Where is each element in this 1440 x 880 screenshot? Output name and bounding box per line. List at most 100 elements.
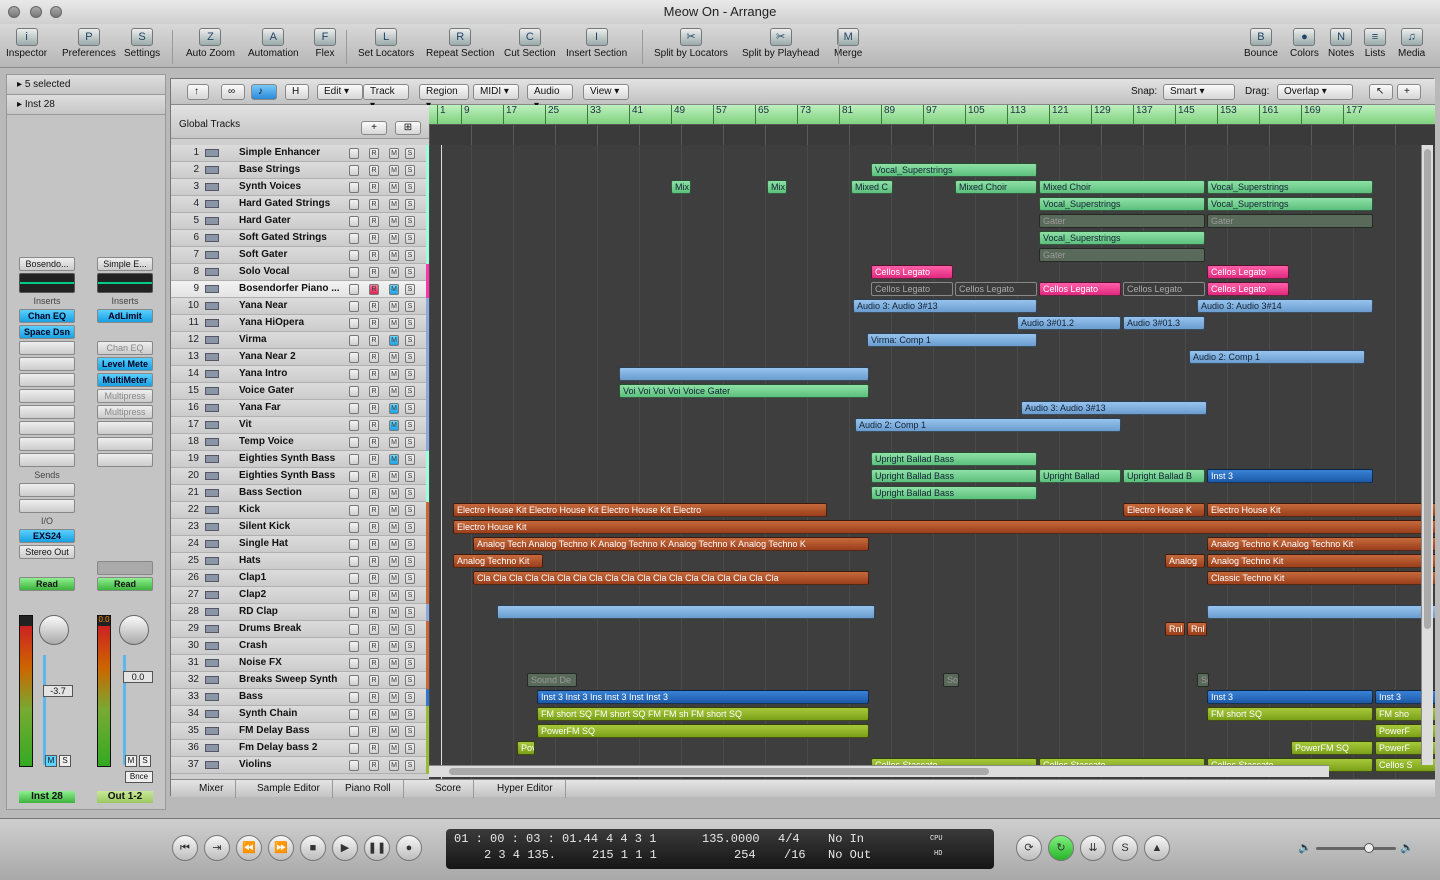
region[interactable]: Inst 3 xyxy=(1207,690,1373,704)
automation-mode-right[interactable]: Read xyxy=(97,577,153,591)
region[interactable]: Analog Techno K Analog Techno Kit xyxy=(1207,537,1435,551)
insert-slot-right-2[interactable]: Chan EQ xyxy=(97,341,153,355)
global-tracks-header[interactable]: Global Tracks + ⊞ xyxy=(171,105,429,139)
track-header[interactable]: 34 Synth Chain R M S xyxy=(171,706,429,723)
mute-button[interactable]: M xyxy=(389,573,399,584)
solo-button[interactable]: S xyxy=(405,369,415,380)
solo-button[interactable]: S xyxy=(405,165,415,176)
insert-slot-empty[interactable] xyxy=(19,373,75,387)
track-header[interactable]: 6 Soft Gated Strings R M S xyxy=(171,230,429,247)
record-enable-button[interactable]: R xyxy=(369,505,379,516)
freeze-icon[interactable] xyxy=(349,165,359,176)
region[interactable]: Rnl xyxy=(1165,622,1185,636)
mute-button[interactable]: M xyxy=(389,743,399,754)
record-enable-button[interactable]: R xyxy=(369,522,379,533)
freeze-icon[interactable] xyxy=(349,148,359,159)
mute-button[interactable]: M xyxy=(389,335,399,346)
mute-button[interactable]: M xyxy=(389,692,399,703)
record-enable-button[interactable]: R xyxy=(369,624,379,635)
region[interactable]: Mixed Choir xyxy=(955,180,1037,194)
track-header[interactable]: 18 Temp Voice R M S xyxy=(171,434,429,451)
insert-slot-empty[interactable] xyxy=(19,357,75,371)
solo-button[interactable]: S xyxy=(405,148,415,159)
track-header[interactable]: 29 Drums Break R M S xyxy=(171,621,429,638)
region[interactable]: Cla Cla Cla Cla Cla Cla Cla Cla Cla Cla … xyxy=(473,571,869,585)
region[interactable]: Vocal_Superstrings xyxy=(1039,197,1205,211)
lcd-display[interactable]: 01 : 00 : 03 : 01.44 4 4 3 1 2 3 4 135. … xyxy=(446,829,994,869)
track-header[interactable]: 24 Single Hat R M S xyxy=(171,536,429,553)
insert-slot-empty[interactable] xyxy=(19,405,75,419)
freeze-icon[interactable] xyxy=(349,539,359,550)
region[interactable]: Upright Ballad Bass xyxy=(871,469,1037,483)
freeze-icon[interactable] xyxy=(349,182,359,193)
track-header[interactable]: 10 Yana Near R M S xyxy=(171,298,429,315)
mute-button[interactable]: M xyxy=(389,726,399,737)
track-header[interactable]: 12 Virma R M S xyxy=(171,332,429,349)
region[interactable] xyxy=(497,605,875,619)
setting-button-right[interactable]: Simple E... xyxy=(97,257,153,271)
record-enable-button[interactable]: R xyxy=(369,743,379,754)
region[interactable]: Electro House Kit Electro House Kit Elec… xyxy=(453,503,827,517)
record-enable-button[interactable]: R xyxy=(369,369,379,380)
record-enable-button[interactable]: R xyxy=(369,607,379,618)
record-enable-button[interactable]: R xyxy=(369,539,379,550)
record-enable-button[interactable]: R xyxy=(369,233,379,244)
mute-button[interactable]: M xyxy=(389,760,399,771)
toolbar-insert-section-button[interactable]: I Insert Section xyxy=(566,26,627,59)
cycle-icon[interactable]: ↻ xyxy=(1048,835,1074,861)
region[interactable]: Vocal_Superstrings xyxy=(1039,231,1205,245)
link-icon[interactable]: ∞ xyxy=(221,84,245,100)
mute-button[interactable]: M xyxy=(389,658,399,669)
toolbar-automation-button[interactable]: A Automation xyxy=(248,26,299,59)
freeze-icon[interactable] xyxy=(349,641,359,652)
insert-slot-empty[interactable] xyxy=(19,453,75,467)
freeze-icon[interactable] xyxy=(349,607,359,618)
toolbar-preferences-button[interactable]: P Preferences xyxy=(62,26,116,59)
toolbar-notes-button[interactable]: N Notes xyxy=(1328,26,1354,59)
region[interactable]: Audio 2: Comp 1 xyxy=(1189,350,1365,364)
record-enable-button[interactable]: R xyxy=(369,709,379,720)
freeze-icon[interactable] xyxy=(349,743,359,754)
track-header[interactable]: 13 Yana Near 2 RMS xyxy=(171,349,429,366)
region[interactable]: Analog Techno Kit xyxy=(453,554,543,568)
region[interactable]: Mixed C xyxy=(851,180,893,194)
output-slot[interactable]: Stereo Out xyxy=(19,545,75,559)
tab-mixer[interactable]: Mixer xyxy=(187,780,237,798)
region[interactable]: Analog xyxy=(1165,554,1205,568)
stop-icon[interactable]: ■ xyxy=(300,835,326,861)
solo-button[interactable]: S xyxy=(405,539,415,550)
track-header[interactable]: 26 Clap1 R M S xyxy=(171,570,429,587)
playhead[interactable] xyxy=(441,145,442,779)
record-enable-button[interactable]: R xyxy=(369,641,379,652)
region[interactable]: Pov xyxy=(517,741,535,755)
freeze-icon[interactable] xyxy=(349,726,359,737)
record-enable-button[interactable]: R xyxy=(369,692,379,703)
freeze-icon[interactable] xyxy=(349,284,359,295)
region[interactable]: Classic Techno Kit xyxy=(1207,571,1435,585)
record-enable-button[interactable]: R xyxy=(369,658,379,669)
tab-sample-editor[interactable]: Sample Editor xyxy=(245,780,333,798)
freeze-icon[interactable] xyxy=(349,692,359,703)
freeze-icon[interactable] xyxy=(349,369,359,380)
record-enable-button[interactable]: R xyxy=(369,216,379,227)
master-volume-slider[interactable] xyxy=(1316,843,1396,853)
region[interactable] xyxy=(1207,605,1435,619)
metronome-icon[interactable]: ▲ xyxy=(1144,835,1170,861)
solo-button[interactable]: S xyxy=(405,335,415,346)
freeze-icon[interactable] xyxy=(349,437,359,448)
solo-button[interactable]: S xyxy=(405,182,415,193)
output-slot-right[interactable] xyxy=(97,561,153,575)
region[interactable]: Upright Ballad B xyxy=(1123,469,1205,483)
track-header[interactable]: 17 Vit R M S xyxy=(171,417,429,434)
mute-button[interactable]: M xyxy=(389,607,399,618)
track-header[interactable]: 16 Yana Far R M S xyxy=(171,400,429,417)
input-slot[interactable]: EXS24 xyxy=(19,529,75,543)
toolbar-lists-button[interactable]: ≡ Lists xyxy=(1364,26,1386,59)
eq-thumbnail-right[interactable] xyxy=(97,273,153,293)
region[interactable] xyxy=(619,367,869,381)
track-header[interactable]: 1 Simple Enhancer R M S xyxy=(171,145,429,162)
insert-slot-empty[interactable] xyxy=(97,437,153,451)
track-header[interactable]: 5 Hard Gater R M S xyxy=(171,213,429,230)
freeze-icon[interactable] xyxy=(349,675,359,686)
insert-slot-empty[interactable] xyxy=(19,389,75,403)
